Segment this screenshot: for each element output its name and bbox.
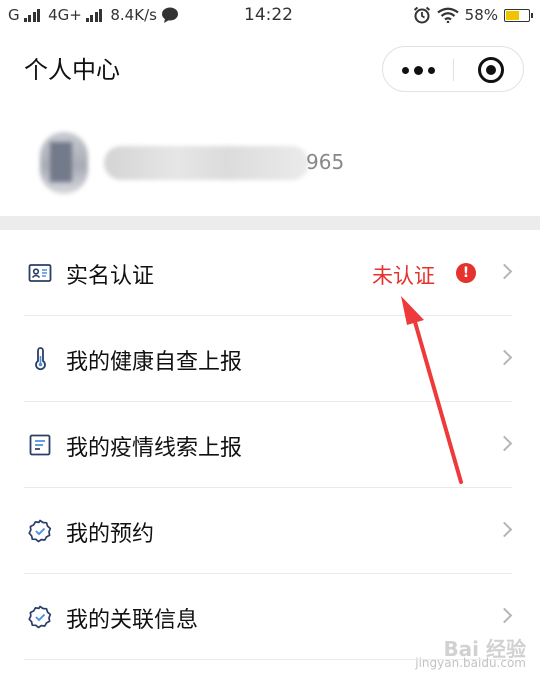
- chevron-right-icon: [496, 521, 513, 538]
- watermark-brand: Bai 经验: [443, 637, 526, 661]
- avatar[interactable]: [40, 132, 88, 194]
- more-dots-icon[interactable]: [383, 47, 453, 93]
- menu-item-label: 我的关联信息: [66, 608, 199, 633]
- carrier-label: G: [8, 6, 20, 24]
- signal-icon-2: [85, 8, 103, 22]
- menu-item-epidemic-clue-report[interactable]: 我的疫情线索上报: [0, 402, 540, 488]
- battery-percent: 58%: [464, 6, 498, 24]
- badge-check-icon: [28, 519, 52, 543]
- alert-icon: !: [456, 263, 476, 283]
- id-card-icon: [28, 264, 52, 282]
- document-lines-icon: [29, 434, 51, 456]
- status-bar: G 4G+ 8.4K/s 14:22 58%: [0, 0, 540, 32]
- chevron-right-icon: [496, 263, 513, 280]
- menu-item-label: 我的疫情线索上报: [66, 436, 243, 461]
- battery-fill: [506, 10, 519, 20]
- menu-item-label: 实名认证: [66, 264, 155, 289]
- speed-label: 8.4K/s: [110, 6, 157, 24]
- wifi-icon: [436, 7, 459, 23]
- battery-icon: [504, 8, 533, 22]
- chevron-right-icon: [496, 349, 513, 366]
- signal-icon: [23, 8, 41, 22]
- masked-phone-number: [104, 146, 309, 180]
- menu-item-label: 我的预约: [66, 522, 155, 547]
- network-label: 4G+: [48, 6, 82, 24]
- auth-status: 未认证: [372, 264, 435, 288]
- alarm-icon: [413, 6, 430, 24]
- capsule-divider: [453, 59, 454, 81]
- watermark: Bai 经验 jingyan.baidu.com: [415, 637, 526, 670]
- menu-item-label: 我的健康自查上报: [66, 350, 243, 375]
- phone-suffix: 965: [306, 150, 345, 174]
- status-left: G 4G+ 8.4K/s: [8, 6, 179, 24]
- menu-item-real-name-auth[interactable]: 实名认证 未认证 !: [0, 230, 540, 316]
- section-divider: [0, 216, 540, 230]
- menu-list: 实名认证 未认证 ! 我的健康自查上报 我的疫情线索上报 我的预约 我的关联信息: [0, 230, 540, 660]
- badge-check-icon: [28, 605, 52, 629]
- menu-item-health-report[interactable]: 我的健康自查上报: [0, 316, 540, 402]
- mini-program-capsule: [382, 46, 524, 92]
- clock: 14:22: [244, 5, 293, 25]
- chevron-right-icon: [496, 607, 513, 624]
- target-circle-icon[interactable]: [478, 57, 504, 83]
- thermometer-icon: [35, 347, 46, 371]
- page-title: 个人中心: [24, 56, 120, 84]
- status-right: 58%: [413, 6, 533, 24]
- menu-item-my-appointments[interactable]: 我的预约: [0, 488, 540, 574]
- profile-header[interactable]: 965: [0, 110, 540, 216]
- watermark-url: jingyan.baidu.com: [415, 656, 526, 670]
- nav-bar: 个人中心: [0, 38, 540, 98]
- chevron-right-icon: [496, 435, 513, 452]
- message-icon: [161, 7, 178, 23]
